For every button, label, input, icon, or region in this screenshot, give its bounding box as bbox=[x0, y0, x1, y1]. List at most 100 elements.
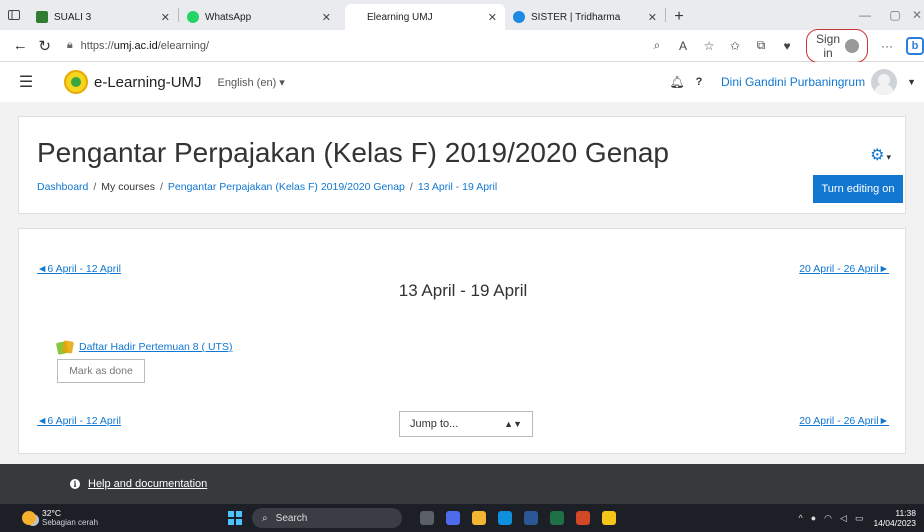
week-section: ◄6 April - 12 April 20 April - 26 April►… bbox=[18, 228, 906, 454]
favorite-star-icon[interactable]: ☆ bbox=[696, 39, 722, 53]
task-view-icon[interactable] bbox=[420, 511, 435, 525]
tab-label: Elearning UMJ bbox=[367, 11, 433, 23]
help-icon[interactable]: ? bbox=[687, 76, 711, 88]
taskbar-apps bbox=[414, 511, 622, 525]
browser-toolbar: ⌕ A ☆ ✩ ⧉ ♥ Sign in ··· b bbox=[644, 28, 924, 63]
battery-icon[interactable]: ▭ bbox=[855, 513, 864, 524]
course-header: Pengantar Perpajakan (Kelas F) 2019/2020… bbox=[18, 116, 906, 214]
site-brand[interactable]: e-Learning-UMJ bbox=[94, 74, 202, 91]
breadcrumb-course[interactable]: Pengantar Perpajakan (Kelas F) 2019/2020… bbox=[168, 181, 405, 193]
wifi-icon[interactable]: ◠ bbox=[824, 513, 832, 524]
file-explorer-icon[interactable] bbox=[472, 511, 487, 525]
tab-label: SISTER | Tridharma bbox=[531, 11, 621, 23]
breadcrumb-separator: / bbox=[409, 181, 413, 193]
user-avatar[interactable] bbox=[871, 69, 898, 95]
word-icon[interactable] bbox=[524, 511, 539, 525]
volume-icon[interactable]: ◁ bbox=[840, 513, 847, 524]
menu-hamburger-icon[interactable]: ☰ bbox=[16, 68, 36, 96]
whatsapp-icon bbox=[187, 11, 199, 23]
url-prefix: https:// bbox=[80, 39, 114, 52]
taskbar-search-label: Search bbox=[275, 512, 308, 524]
tab-elearning[interactable]: Elearning UMJ ✕ bbox=[345, 4, 505, 30]
info-icon: i bbox=[70, 479, 80, 489]
taskbar-clock[interactable]: 11:38 14/04/2023 bbox=[873, 508, 916, 528]
jump-to-select[interactable]: Jump to... ▲▼ bbox=[399, 411, 533, 437]
excel-icon[interactable] bbox=[550, 511, 565, 525]
minimize-icon[interactable]: — bbox=[850, 8, 880, 22]
help-documentation-link[interactable]: Help and documentation bbox=[88, 478, 207, 490]
week-title: 13 April - 19 April bbox=[398, 281, 528, 300]
breadcrumb-my-courses[interactable]: My courses bbox=[101, 181, 155, 193]
course-settings-gear-icon[interactable]: ⚙ ▾ bbox=[870, 145, 891, 165]
collections-icon[interactable]: ⧉ bbox=[748, 38, 774, 53]
language-menu[interactable]: English (en) ▾ bbox=[218, 76, 285, 89]
sign-in-label: Sign in bbox=[815, 31, 841, 60]
activity-link[interactable]: Daftar Hadir Pertemuan 8 ( UTS) bbox=[79, 341, 232, 353]
lock-icon: 🔒︎ bbox=[66, 39, 73, 51]
tab-suali[interactable]: SUALI 3 ✕ bbox=[28, 4, 178, 30]
read-aloud-icon[interactable]: A bbox=[670, 39, 696, 53]
umj-logo-icon[interactable] bbox=[64, 70, 88, 94]
tab-close-icon[interactable]: ✕ bbox=[161, 11, 170, 24]
sister-icon bbox=[513, 11, 525, 23]
mark-as-done-button[interactable]: Mark as done bbox=[57, 359, 145, 383]
edge-browser-icon[interactable] bbox=[498, 511, 513, 525]
activity-item[interactable]: Daftar Hadir Pertemuan 8 ( UTS) bbox=[57, 339, 232, 355]
url-field[interactable]: 🔒︎ https:// umj.ac.id /elearning/ bbox=[67, 34, 630, 58]
notification-bell-icon[interactable]: 🔔︎ bbox=[667, 75, 687, 89]
tray-app-icon[interactable]: ● bbox=[811, 513, 816, 523]
select-arrows-icon: ▲▼ bbox=[504, 419, 522, 429]
powerpoint-icon[interactable] bbox=[576, 511, 591, 525]
next-week-link-bottom[interactable]: 20 April - 26 April► bbox=[799, 415, 889, 427]
reader-icon[interactable]: ⌕ bbox=[644, 38, 670, 53]
navbar-user-area: 🔔︎ ? Dini Gandini Purbaningrum ▼ bbox=[667, 69, 916, 95]
clock-date: 14/04/2023 bbox=[873, 518, 916, 528]
weather-temperature: 32°C bbox=[42, 508, 61, 518]
tab-actions-icon[interactable] bbox=[0, 0, 28, 30]
turn-editing-on-button[interactable]: Turn editing on bbox=[813, 175, 903, 203]
new-tab-icon[interactable]: + bbox=[666, 4, 692, 30]
previous-week-link-top[interactable]: ◄6 April - 12 April bbox=[37, 263, 121, 275]
back-arrow-icon[interactable]: ← bbox=[8, 37, 32, 54]
store-icon[interactable] bbox=[602, 511, 617, 525]
page-footer: i Help and documentation bbox=[0, 464, 924, 504]
tab-close-icon[interactable]: ✕ bbox=[322, 11, 331, 24]
weather-widget[interactable]: 32°C Sebagian cerah bbox=[22, 508, 98, 528]
partly-sunny-icon bbox=[22, 511, 36, 525]
teams-chat-icon[interactable] bbox=[446, 511, 461, 525]
search-icon: ⌕ bbox=[262, 512, 268, 524]
clock-time: 11:38 bbox=[895, 508, 916, 518]
chevron-down-icon[interactable]: ▼ bbox=[907, 77, 916, 87]
taskbar-search[interactable]: ⌕ Search bbox=[252, 508, 403, 528]
breadcrumb-dashboard[interactable]: Dashboard bbox=[37, 181, 88, 193]
sign-in-button[interactable]: Sign in bbox=[806, 28, 868, 63]
breadcrumb-week[interactable]: 13 April - 19 April bbox=[418, 181, 497, 193]
next-week-link-top[interactable]: 20 April - 26 April► bbox=[799, 263, 889, 275]
jump-to-value: Jump to... bbox=[410, 418, 459, 430]
breadcrumb: Dashboard / My courses / Pengantar Perpajaka… bbox=[37, 181, 497, 193]
refresh-icon[interactable]: ↻ bbox=[32, 37, 56, 55]
bing-icon[interactable]: b bbox=[906, 36, 924, 55]
window-controls: — ▢ ✕ bbox=[850, 0, 924, 30]
close-window-icon[interactable]: ✕ bbox=[910, 8, 924, 22]
url-host: umj.ac.id bbox=[113, 39, 158, 52]
tab-label: WhatsApp bbox=[205, 11, 252, 23]
tab-whatsapp[interactable]: WhatsApp ✕ bbox=[179, 4, 339, 30]
tab-sister[interactable]: SISTER | Tridharma ✕ bbox=[505, 4, 665, 30]
windows-start-icon[interactable] bbox=[228, 511, 243, 525]
profile-avatar-icon bbox=[845, 38, 859, 53]
address-bar: ← ↻ 🔒︎ https:// umj.ac.id /elearning/ ⌕ … bbox=[0, 28, 924, 63]
breadcrumb-separator: / bbox=[93, 181, 97, 193]
previous-week-link-bottom[interactable]: ◄6 April - 12 April bbox=[37, 415, 121, 427]
more-options-icon[interactable]: ··· bbox=[874, 39, 900, 53]
system-tray: ^ ● ◠ ◁ ▭ 11:38 14/04/2023 bbox=[794, 508, 916, 528]
favorites-list-icon[interactable]: ✩ bbox=[722, 39, 748, 53]
attendance-activity-icon bbox=[57, 339, 73, 355]
restore-icon[interactable]: ▢ bbox=[880, 8, 910, 22]
tab-favicon-icon bbox=[36, 11, 48, 23]
tab-close-icon[interactable]: ✕ bbox=[648, 11, 657, 24]
tab-close-icon[interactable]: ✕ bbox=[488, 11, 497, 24]
user-menu-name[interactable]: Dini Gandini Purbaningrum bbox=[721, 75, 865, 89]
browser-essentials-icon[interactable]: ♥ bbox=[774, 39, 800, 53]
tray-chevron-up-icon[interactable]: ^ bbox=[798, 513, 802, 523]
